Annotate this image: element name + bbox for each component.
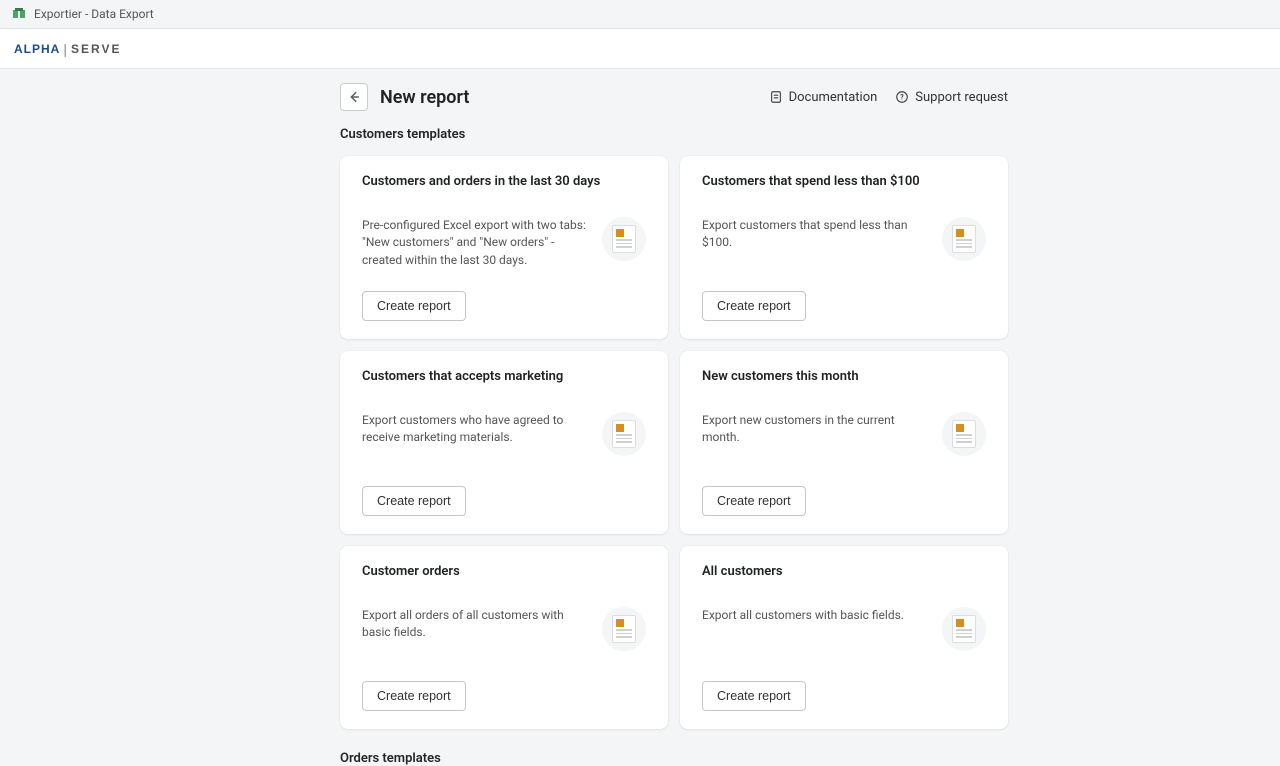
app-icon bbox=[12, 7, 26, 21]
help-icon: ? bbox=[895, 90, 909, 104]
template-cards-grid: Customers and orders in the last 30 days… bbox=[340, 156, 1008, 729]
document-illustration-icon bbox=[602, 412, 646, 456]
arrow-left-icon bbox=[347, 90, 361, 104]
window-titlebar: Exportier - Data Export bbox=[0, 0, 1280, 29]
template-card: Customers that accepts marketing Export … bbox=[340, 351, 668, 534]
template-card: Customers that spend less than $100 Expo… bbox=[680, 156, 1008, 339]
brand-logo: ALPHA | SERVE bbox=[14, 41, 121, 57]
customers-section-title: Customers templates bbox=[340, 127, 1008, 142]
orders-section-title: Orders templates bbox=[340, 751, 1008, 766]
template-card-desc: Export all orders of all customers with … bbox=[362, 607, 590, 642]
page-title: New report bbox=[380, 87, 469, 108]
template-card-desc: Export customers who have agreed to rece… bbox=[362, 412, 590, 447]
documentation-label: Documentation bbox=[789, 90, 878, 105]
template-card: Customer orders Export all orders of all… bbox=[340, 546, 668, 729]
document-illustration-icon bbox=[942, 217, 986, 261]
support-link[interactable]: ? Support request bbox=[895, 90, 1008, 105]
create-report-button[interactable]: Create report bbox=[362, 291, 466, 321]
brand-serve: SERVE bbox=[71, 42, 121, 56]
back-button[interactable] bbox=[340, 83, 368, 111]
document-illustration-icon bbox=[942, 607, 986, 651]
template-card-desc: Pre-configured Excel export with two tab… bbox=[362, 217, 590, 269]
svg-text:?: ? bbox=[901, 94, 905, 102]
create-report-button[interactable]: Create report bbox=[362, 681, 466, 711]
template-card-title: New customers this month bbox=[702, 369, 986, 384]
template-card-desc: Export all customers with basic fields. bbox=[702, 607, 930, 624]
create-report-button[interactable]: Create report bbox=[362, 486, 466, 516]
create-report-button[interactable]: Create report bbox=[702, 681, 806, 711]
template-card: New customers this month Export new cust… bbox=[680, 351, 1008, 534]
brand-divider: | bbox=[63, 41, 68, 57]
page-header: New report Documentation ? Support reque… bbox=[340, 83, 1008, 111]
document-illustration-icon bbox=[602, 607, 646, 651]
template-card-title: Customers and orders in the last 30 days bbox=[362, 174, 646, 189]
create-report-button[interactable]: Create report bbox=[702, 486, 806, 516]
template-card-title: Customer orders bbox=[362, 564, 646, 579]
template-card-desc: Export customers that spend less than $1… bbox=[702, 217, 930, 252]
template-card-title: Customers that accepts marketing bbox=[362, 369, 646, 384]
brand-bar: ALPHA | SERVE bbox=[0, 29, 1280, 69]
support-label: Support request bbox=[915, 90, 1008, 105]
template-card: Customers and orders in the last 30 days… bbox=[340, 156, 668, 339]
window-title: Exportier - Data Export bbox=[34, 7, 154, 21]
documentation-link[interactable]: Documentation bbox=[769, 90, 878, 105]
document-icon bbox=[769, 90, 783, 104]
template-card-title: Customers that spend less than $100 bbox=[702, 174, 986, 189]
document-illustration-icon bbox=[942, 412, 986, 456]
template-card-desc: Export new customers in the current mont… bbox=[702, 412, 930, 447]
create-report-button[interactable]: Create report bbox=[702, 291, 806, 321]
document-illustration-icon bbox=[602, 217, 646, 261]
template-card-title: All customers bbox=[702, 564, 986, 579]
template-card: All customers Export all customers with … bbox=[680, 546, 1008, 729]
brand-alpha: ALPHA bbox=[14, 42, 60, 56]
